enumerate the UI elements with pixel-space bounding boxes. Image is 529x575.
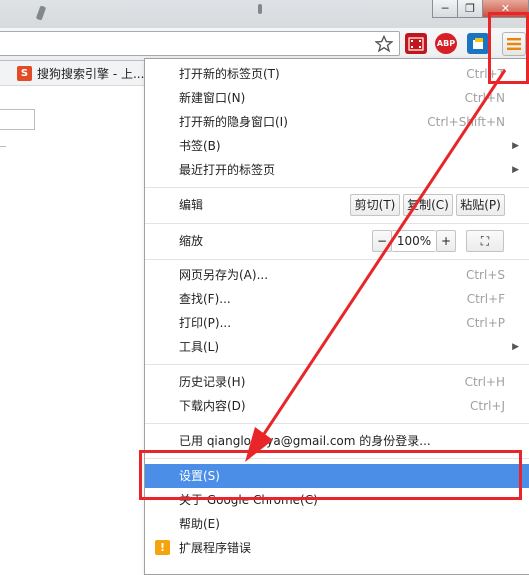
fullscreen-button[interactable]: ⛶ <box>466 230 504 252</box>
chrome-menu-button[interactable] <box>502 32 526 56</box>
menu-item-signed-in[interactable]: 已用 qianglongya@gmail.com 的身份登录... <box>145 429 529 453</box>
minimize-icon: ─ <box>441 2 449 15</box>
menu-item-incognito[interactable]: 打开新的隐身窗口(I) Ctrl+Shift+N <box>145 110 529 134</box>
minimize-button[interactable]: ─ <box>432 0 458 18</box>
zoom-label: 缩放 <box>179 234 204 248</box>
menu-item-label: 已用 qianglongya@gmail.com 的身份登录... <box>179 434 431 448</box>
menu-separator <box>145 223 529 224</box>
submenu-arrow-icon: ▶ <box>512 342 519 352</box>
menu-item-shortcut: Ctrl+T <box>466 67 505 81</box>
submenu-arrow-icon: ▶ <box>512 165 519 175</box>
menu-separator <box>145 423 529 424</box>
bookmark-label: 搜狗搜索引擎 - 上... <box>37 66 145 81</box>
abp-label: ABP <box>436 39 456 48</box>
warning-icon: ! <box>155 540 170 555</box>
restore-icon: ❐ <box>465 2 475 15</box>
paste-button[interactable]: 粘贴(P) <box>456 194 505 216</box>
copy-button[interactable]: 复制(C) <box>403 194 453 216</box>
menu-item-shortcut: Ctrl+P <box>466 316 505 330</box>
menu-separator <box>145 259 529 260</box>
menu-item-save-page[interactable]: 网页另存为(A)... Ctrl+S <box>145 263 529 287</box>
menu-item-extension-errors[interactable]: ! 扩展程序错误 <box>145 536 529 560</box>
menu-item-label: 书签(B) <box>179 139 221 153</box>
background-smudge <box>35 5 47 21</box>
menu-item-shortcut: Ctrl+N <box>464 91 505 105</box>
page-search-input[interactable] <box>0 109 35 130</box>
adblock-plus-icon[interactable]: ABP <box>435 33 457 54</box>
close-icon: ✕ <box>500 2 511 15</box>
cut-button[interactable]: 剪切(T) <box>350 194 400 216</box>
menu-item-label: 打开新的标签页(T) <box>179 67 280 81</box>
menu-item-recent-tabs[interactable]: 最近打开的标签页 ▶ <box>145 158 529 182</box>
zoom-in-button[interactable]: + <box>436 230 456 252</box>
menu-item-find[interactable]: 查找(F)... Ctrl+F <box>145 287 529 311</box>
menu-item-bookmarks[interactable]: 书签(B) ▶ <box>145 134 529 158</box>
menu-item-shortcut: Ctrl+J <box>470 399 505 413</box>
menu-item-label: 历史记录(H) <box>179 375 246 389</box>
address-bar[interactable] <box>0 31 400 56</box>
menu-item-label: 设置(S) <box>179 469 220 483</box>
menu-item-label: 新建窗口(N) <box>179 91 246 105</box>
restore-button[interactable]: ❐ <box>457 0 483 18</box>
page-divider <box>0 146 6 147</box>
edit-label: 编辑 <box>179 198 204 212</box>
menu-item-label: 下载内容(D) <box>179 399 246 413</box>
menu-separator <box>145 187 529 188</box>
menu-item-label: 最近打开的标签页 <box>179 163 276 177</box>
menu-item-help[interactable]: 帮助(E) <box>145 512 529 536</box>
fullscreen-icon: ⛶ <box>480 234 490 248</box>
menu-separator <box>145 364 529 365</box>
menu-item-label: 帮助(E) <box>179 517 220 531</box>
hamburger-icon <box>507 38 521 50</box>
chrome-main-menu: 打开新的标签页(T) Ctrl+T 新建窗口(N) Ctrl+N 打开新的隐身窗口(… <box>144 58 529 575</box>
close-button[interactable]: ✕ <box>482 0 529 18</box>
menu-item-shortcut: Ctrl+S <box>465 268 505 282</box>
menu-item-shortcut: Ctrl+Shift+N <box>427 115 505 129</box>
menu-item-new-window[interactable]: 新建窗口(N) Ctrl+N <box>145 86 529 110</box>
menu-item-label: 工具(L) <box>179 340 220 354</box>
menu-separator <box>145 458 529 459</box>
zoom-out-button[interactable]: − <box>372 230 392 252</box>
zoom-level-value: 100% <box>392 230 436 252</box>
menu-item-label: 扩展程序错误 <box>179 541 252 555</box>
menu-item-label: 网页另存为(A)... <box>179 268 269 282</box>
menu-item-downloads[interactable]: 下载内容(D) Ctrl+J <box>145 394 529 418</box>
video-extension-icon[interactable] <box>405 33 427 54</box>
submenu-arrow-icon: ▶ <box>512 141 519 151</box>
menu-item-label: 打印(P)... <box>179 316 232 330</box>
menu-item-print[interactable]: 打印(P)... Ctrl+P <box>145 311 529 335</box>
share-extension-icon[interactable] <box>467 33 489 54</box>
menu-item-settings[interactable]: 设置(S) <box>145 464 529 488</box>
menu-row-zoom: 缩放 − 100% + ⛶ <box>145 229 529 253</box>
menu-item-shortcut: Ctrl+F <box>466 292 505 306</box>
menu-item-shortcut: Ctrl+H <box>464 375 505 389</box>
menu-item-label: 关于 Google Chrome(C) <box>179 493 318 507</box>
menu-item-history[interactable]: 历史记录(H) Ctrl+H <box>145 370 529 394</box>
menu-row-edit: 编辑 剪切(T) 复制(C) 粘贴(P) <box>145 193 529 217</box>
bookmark-sogou[interactable]: S 搜狗搜索引擎 - 上... <box>17 64 144 82</box>
background-smudge <box>258 4 262 14</box>
sogou-favicon-icon: S <box>17 65 32 81</box>
browser-toolbar: ABP <box>0 28 529 61</box>
menu-item-label: 查找(F)... <box>179 292 231 306</box>
window-titlebar: ─ ❐ ✕ <box>0 0 529 28</box>
menu-item-new-tab[interactable]: 打开新的标签页(T) Ctrl+T <box>145 62 529 86</box>
menu-item-label: 打开新的隐身窗口(I) <box>179 115 288 129</box>
bookmark-star-icon[interactable] <box>375 35 393 53</box>
menu-item-tools[interactable]: 工具(L) ▶ <box>145 335 529 359</box>
menu-item-about[interactable]: 关于 Google Chrome(C) <box>145 488 529 512</box>
